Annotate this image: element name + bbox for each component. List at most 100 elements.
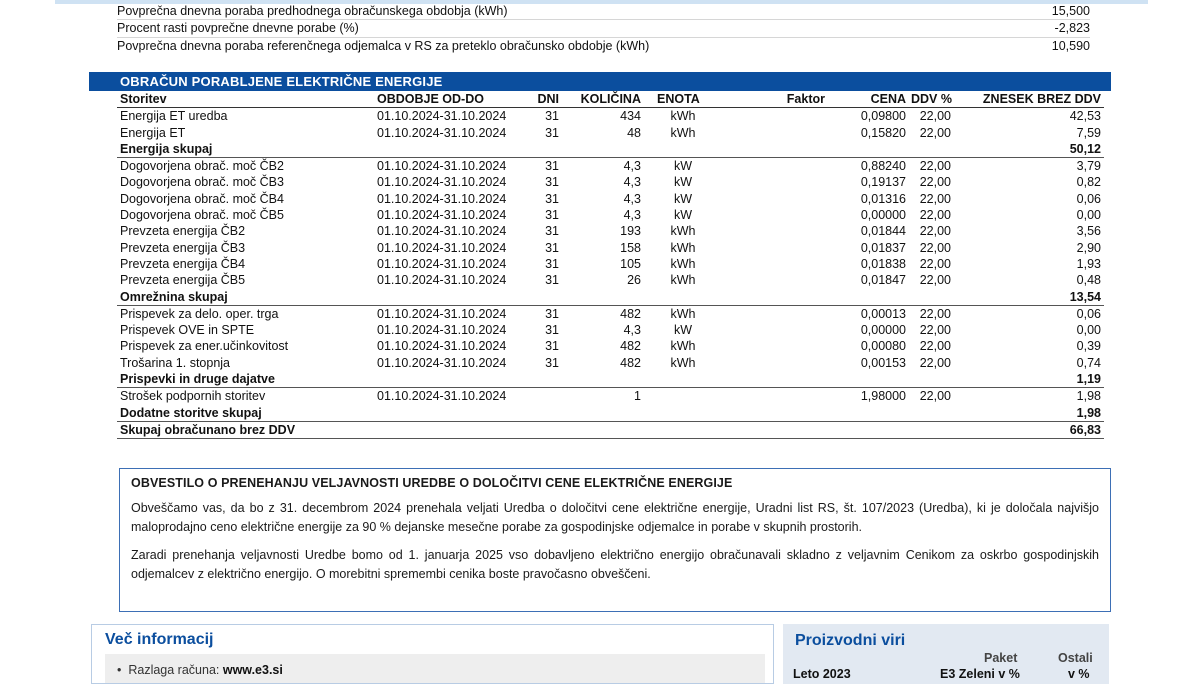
table-row: Prevzeta energija ČB5 01.10.2024-31.10.20… [117, 272, 1104, 288]
period-cell: 01.10.2024-31.10.2024 [377, 306, 507, 321]
more-info-list: • Razlaga računa: www.e3.si [105, 654, 765, 683]
table-row: Prevzeta energija ČB2 01.10.2024-31.10.20… [117, 223, 1104, 239]
amount-cell: 0,06 [1076, 191, 1101, 206]
col-period: OBDOBJE OD-DO [377, 92, 484, 106]
amount-cell: 2,90 [1076, 240, 1101, 255]
days-cell: 31 [545, 175, 559, 190]
period-cell: 01.10.2024-31.10.2024 [377, 208, 507, 223]
summary-row: Povprečna dnevna poraba predhodnega obra… [117, 3, 1090, 21]
unit-cell: kWh [670, 240, 696, 255]
col-amount: ZNESEK BREZ DDV [982, 92, 1101, 106]
unit-cell: kWh [670, 256, 696, 271]
notice-paragraph: Zaradi prenehanja veljavnosti Uredbe bom… [131, 548, 1099, 581]
period-cell: 01.10.2024-31.10.2024 [377, 273, 507, 288]
ddv-cell: 22,00 [919, 306, 951, 321]
service-cell: Energija ET uredba [120, 109, 228, 124]
unit-cell: kWh [670, 273, 696, 288]
table-row: Energija ET 01.10.2024-31.10.2024 31 48 kWh 0… [117, 125, 1104, 141]
qty-cell: 4,3 [623, 323, 641, 338]
summary-row: Povprečna dnevna poraba referenčnega odj… [117, 38, 1090, 53]
service-cell: Dogovorjena obrač. moč ČB3 [120, 175, 284, 190]
table-row: Prevzeta energija ČB3 01.10.2024-31.10.20… [117, 240, 1104, 256]
table-row: Energija ET uredba 01.10.2024-31.10.2024 3… [117, 108, 1104, 124]
more-info-panel: Več informacij • Razlaga računa: www.e3.… [91, 624, 774, 684]
section-title: OBRAČUN PORABLJENE ELEKTRIČNE ENERGIJE [89, 72, 1111, 91]
table-row: Dogovorjena obrač. moč ČB4 01.10.2024-31.… [117, 191, 1104, 207]
col-price: CENA [870, 92, 906, 106]
qty-cell: 48 [627, 125, 641, 140]
qty-cell: 1 [634, 389, 641, 404]
unit-cell: kWh [670, 355, 696, 370]
days-cell: 31 [545, 125, 559, 140]
col-paket: Paket [984, 651, 1018, 665]
notice-paragraph: Obveščamo vas, da bo z 31. decembrom 202… [131, 501, 1099, 534]
ddv-cell: 22,00 [919, 256, 951, 271]
amount-cell: 3,56 [1076, 224, 1101, 239]
days-cell: 31 [545, 109, 559, 124]
amount-cell: 50,12 [1069, 141, 1101, 156]
service-cell: Strošek podpornih storitev [120, 389, 266, 404]
price-cell: 1,98000 [860, 389, 906, 404]
service-cell: Dogovorjena obrač. moč ČB4 [120, 191, 284, 206]
table-row: Dogovorjena obrač. moč ČB2 01.10.2024-31.… [117, 158, 1104, 174]
qty-cell: 482 [620, 339, 641, 354]
subtotal-row: Omrežnina skupaj 13,54 [117, 289, 1104, 306]
days-cell: 31 [545, 224, 559, 239]
service-cell: Prispevki in druge dajatve [120, 372, 275, 387]
col-ostali: Ostali [1058, 651, 1093, 665]
amount-cell: 0,06 [1076, 306, 1101, 321]
amount-cell: 0,00 [1076, 208, 1101, 223]
unit-cell: kWh [670, 339, 696, 354]
price-cell: 0,01844 [860, 224, 906, 239]
sources-title: Proizvodni viri [795, 632, 906, 649]
notice-box: OBVESTILO O PRENEHANJU VELJAVNOSTI UREDB… [119, 468, 1111, 612]
ddv-cell: 22,00 [919, 159, 951, 174]
ddv-cell: 22,00 [919, 273, 951, 288]
period-cell: 01.10.2024-31.10.2024 [377, 256, 507, 271]
table-row: Dogovorjena obrač. moč ČB3 01.10.2024-31.… [117, 174, 1104, 190]
amount-cell: 42,53 [1069, 109, 1101, 124]
period-cell: 01.10.2024-31.10.2024 [377, 339, 507, 354]
days-cell: 31 [545, 273, 559, 288]
period-cell: 01.10.2024-31.10.2024 [377, 175, 507, 190]
col-qty: KOLIČINA [580, 92, 641, 106]
subtotal-row: Energija skupaj 50,12 [117, 141, 1104, 159]
price-cell: 0,01316 [860, 191, 906, 206]
ddv-cell: 22,00 [919, 125, 951, 140]
amount-cell: 13,54 [1069, 289, 1101, 304]
price-cell: 0,00000 [860, 323, 906, 338]
amount-cell: 0,82 [1076, 175, 1101, 190]
ddv-cell: 22,00 [919, 355, 951, 370]
price-cell: 0,01838 [860, 256, 906, 271]
days-cell: 31 [545, 355, 559, 370]
ddv-cell: 22,00 [919, 389, 951, 404]
service-cell: Skupaj obračunano brez DDV [120, 422, 296, 437]
table-row: Strošek podpornih storitev 01.10.2024-31.… [117, 388, 1104, 404]
ostali-value: v % [1068, 667, 1090, 681]
notice-title: OBVESTILO O PRENEHANJU VELJAVNOSTI UREDB… [131, 476, 733, 490]
period-cell: 01.10.2024-31.10.2024 [377, 224, 507, 239]
unit-cell: kWh [670, 125, 696, 140]
unit-cell: kW [673, 208, 693, 223]
ddv-cell: 22,00 [919, 339, 951, 354]
period-cell: 01.10.2024-31.10.2024 [377, 109, 507, 124]
days-cell: 31 [545, 240, 559, 255]
amount-cell: 1,98 [1076, 389, 1101, 404]
billing-table: Storitev OBDOBJE OD-DO DNI KOLIČINA ENOT… [117, 91, 1104, 440]
table-row: Trošarina 1. stopnja 01.10.2024-31.10.202… [117, 355, 1104, 371]
more-info-title: Več informacij [105, 631, 214, 648]
table-row: Prispevek OVE in SPTE 01.10.2024-31.10.20… [117, 322, 1104, 338]
service-cell: Energija skupaj [120, 141, 213, 156]
qty-cell: 482 [620, 306, 641, 321]
days-cell: 31 [545, 306, 559, 321]
amount-cell: 1,98 [1076, 405, 1101, 420]
service-cell: Prevzeta energija ČB3 [120, 240, 246, 255]
price-cell: 0,09800 [860, 109, 906, 124]
col-factor: Faktor [786, 92, 825, 106]
period-cell: 01.10.2024-31.10.2024 [377, 240, 507, 255]
period-cell: 01.10.2024-31.10.2024 [377, 191, 507, 206]
production-sources-panel: Proizvodni viri Paket Ostali Leto 2023 E… [783, 624, 1109, 684]
ddv-cell: 22,00 [919, 240, 951, 255]
col-service: Storitev [120, 92, 167, 106]
service-cell: Omrežnina skupaj [120, 289, 228, 304]
